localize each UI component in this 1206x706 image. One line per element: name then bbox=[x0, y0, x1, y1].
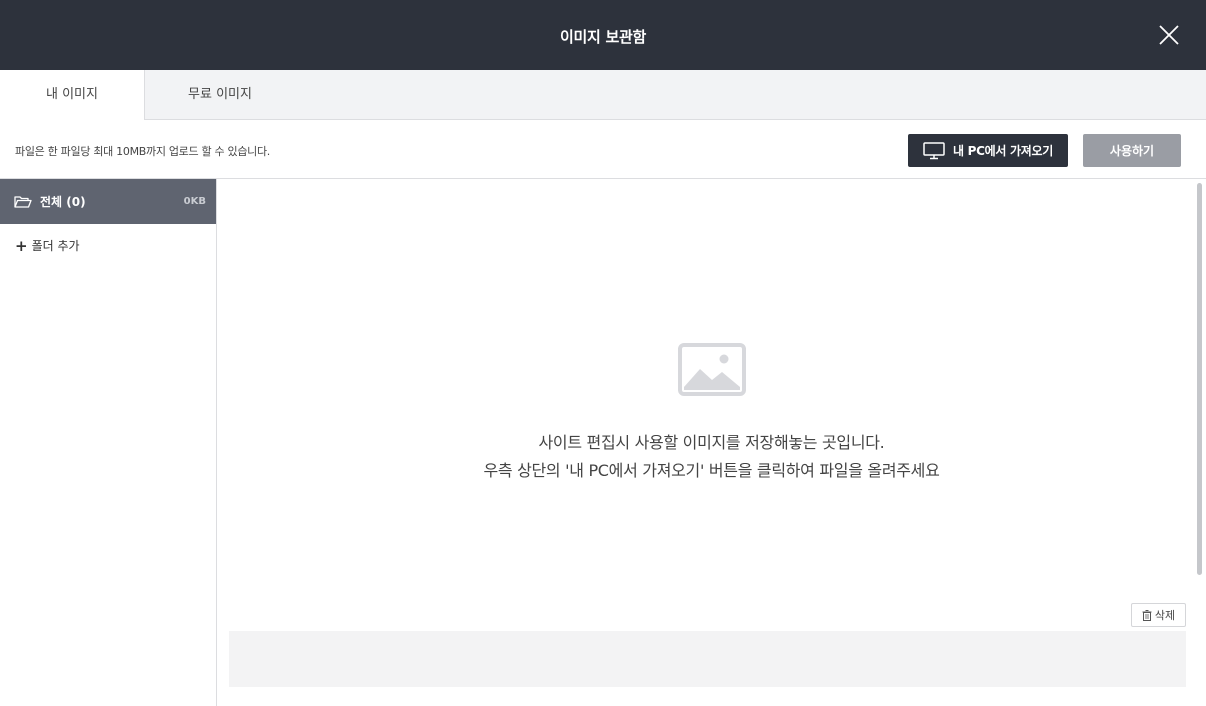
add-folder-button[interactable]: + 폴더 추가 bbox=[15, 237, 80, 254]
trash-icon bbox=[1142, 609, 1152, 621]
delete-label: 삭제 bbox=[1154, 609, 1176, 622]
vertical-scrollbar[interactable] bbox=[1197, 183, 1202, 575]
toolbar: 파일은 한 파일당 최대 10MB까지 업로드 할 수 있습니다. 내 PC에서… bbox=[0, 120, 1206, 179]
folder-all-size: 0KB bbox=[183, 196, 206, 207]
tab-free-images[interactable]: 무료 이미지 bbox=[145, 70, 295, 120]
folder-sidebar: 전체 (0) 0KB + 폴더 추가 bbox=[0, 179, 217, 706]
tab-my-images[interactable]: 내 이미지 bbox=[0, 70, 145, 120]
folder-open-icon bbox=[14, 195, 32, 208]
add-folder-label: 폴더 추가 bbox=[31, 239, 80, 253]
image-area: 사이트 편집시 사용할 이미지를 저장해놓는 곳입니다. 우측 상단의 '내 P… bbox=[217, 179, 1206, 706]
close-icon bbox=[1159, 25, 1179, 45]
folder-all-label: 전체 (0) bbox=[40, 195, 86, 209]
delete-button[interactable]: 삭제 bbox=[1131, 603, 1186, 627]
import-from-pc-button[interactable]: 내 PC에서 가져오기 bbox=[908, 134, 1068, 167]
selected-images-tray bbox=[229, 631, 1186, 687]
import-button-label: 내 PC에서 가져오기 bbox=[953, 144, 1053, 158]
upload-notice: 파일은 한 파일당 최대 10MB까지 업로드 할 수 있습니다. bbox=[15, 145, 271, 158]
folder-item-all[interactable]: 전체 (0) 0KB bbox=[0, 179, 216, 224]
empty-message-line-1: 사이트 편집시 사용할 이미지를 저장해놓는 곳입니다. bbox=[538, 433, 885, 452]
empty-message-line-2: 우측 상단의 '내 PC에서 가져오기' 버튼을 클릭하여 파일을 올려주세요 bbox=[483, 461, 940, 480]
tab-bar: 내 이미지 무료 이미지 bbox=[0, 70, 1206, 120]
close-button[interactable] bbox=[1158, 24, 1180, 46]
modal-header: 이미지 보관함 bbox=[0, 0, 1206, 70]
modal-title: 이미지 보관함 bbox=[560, 28, 646, 46]
image-placeholder-icon bbox=[678, 343, 746, 396]
plus-icon: + bbox=[15, 236, 28, 255]
monitor-icon bbox=[923, 141, 945, 159]
use-button[interactable]: 사용하기 bbox=[1083, 134, 1181, 167]
